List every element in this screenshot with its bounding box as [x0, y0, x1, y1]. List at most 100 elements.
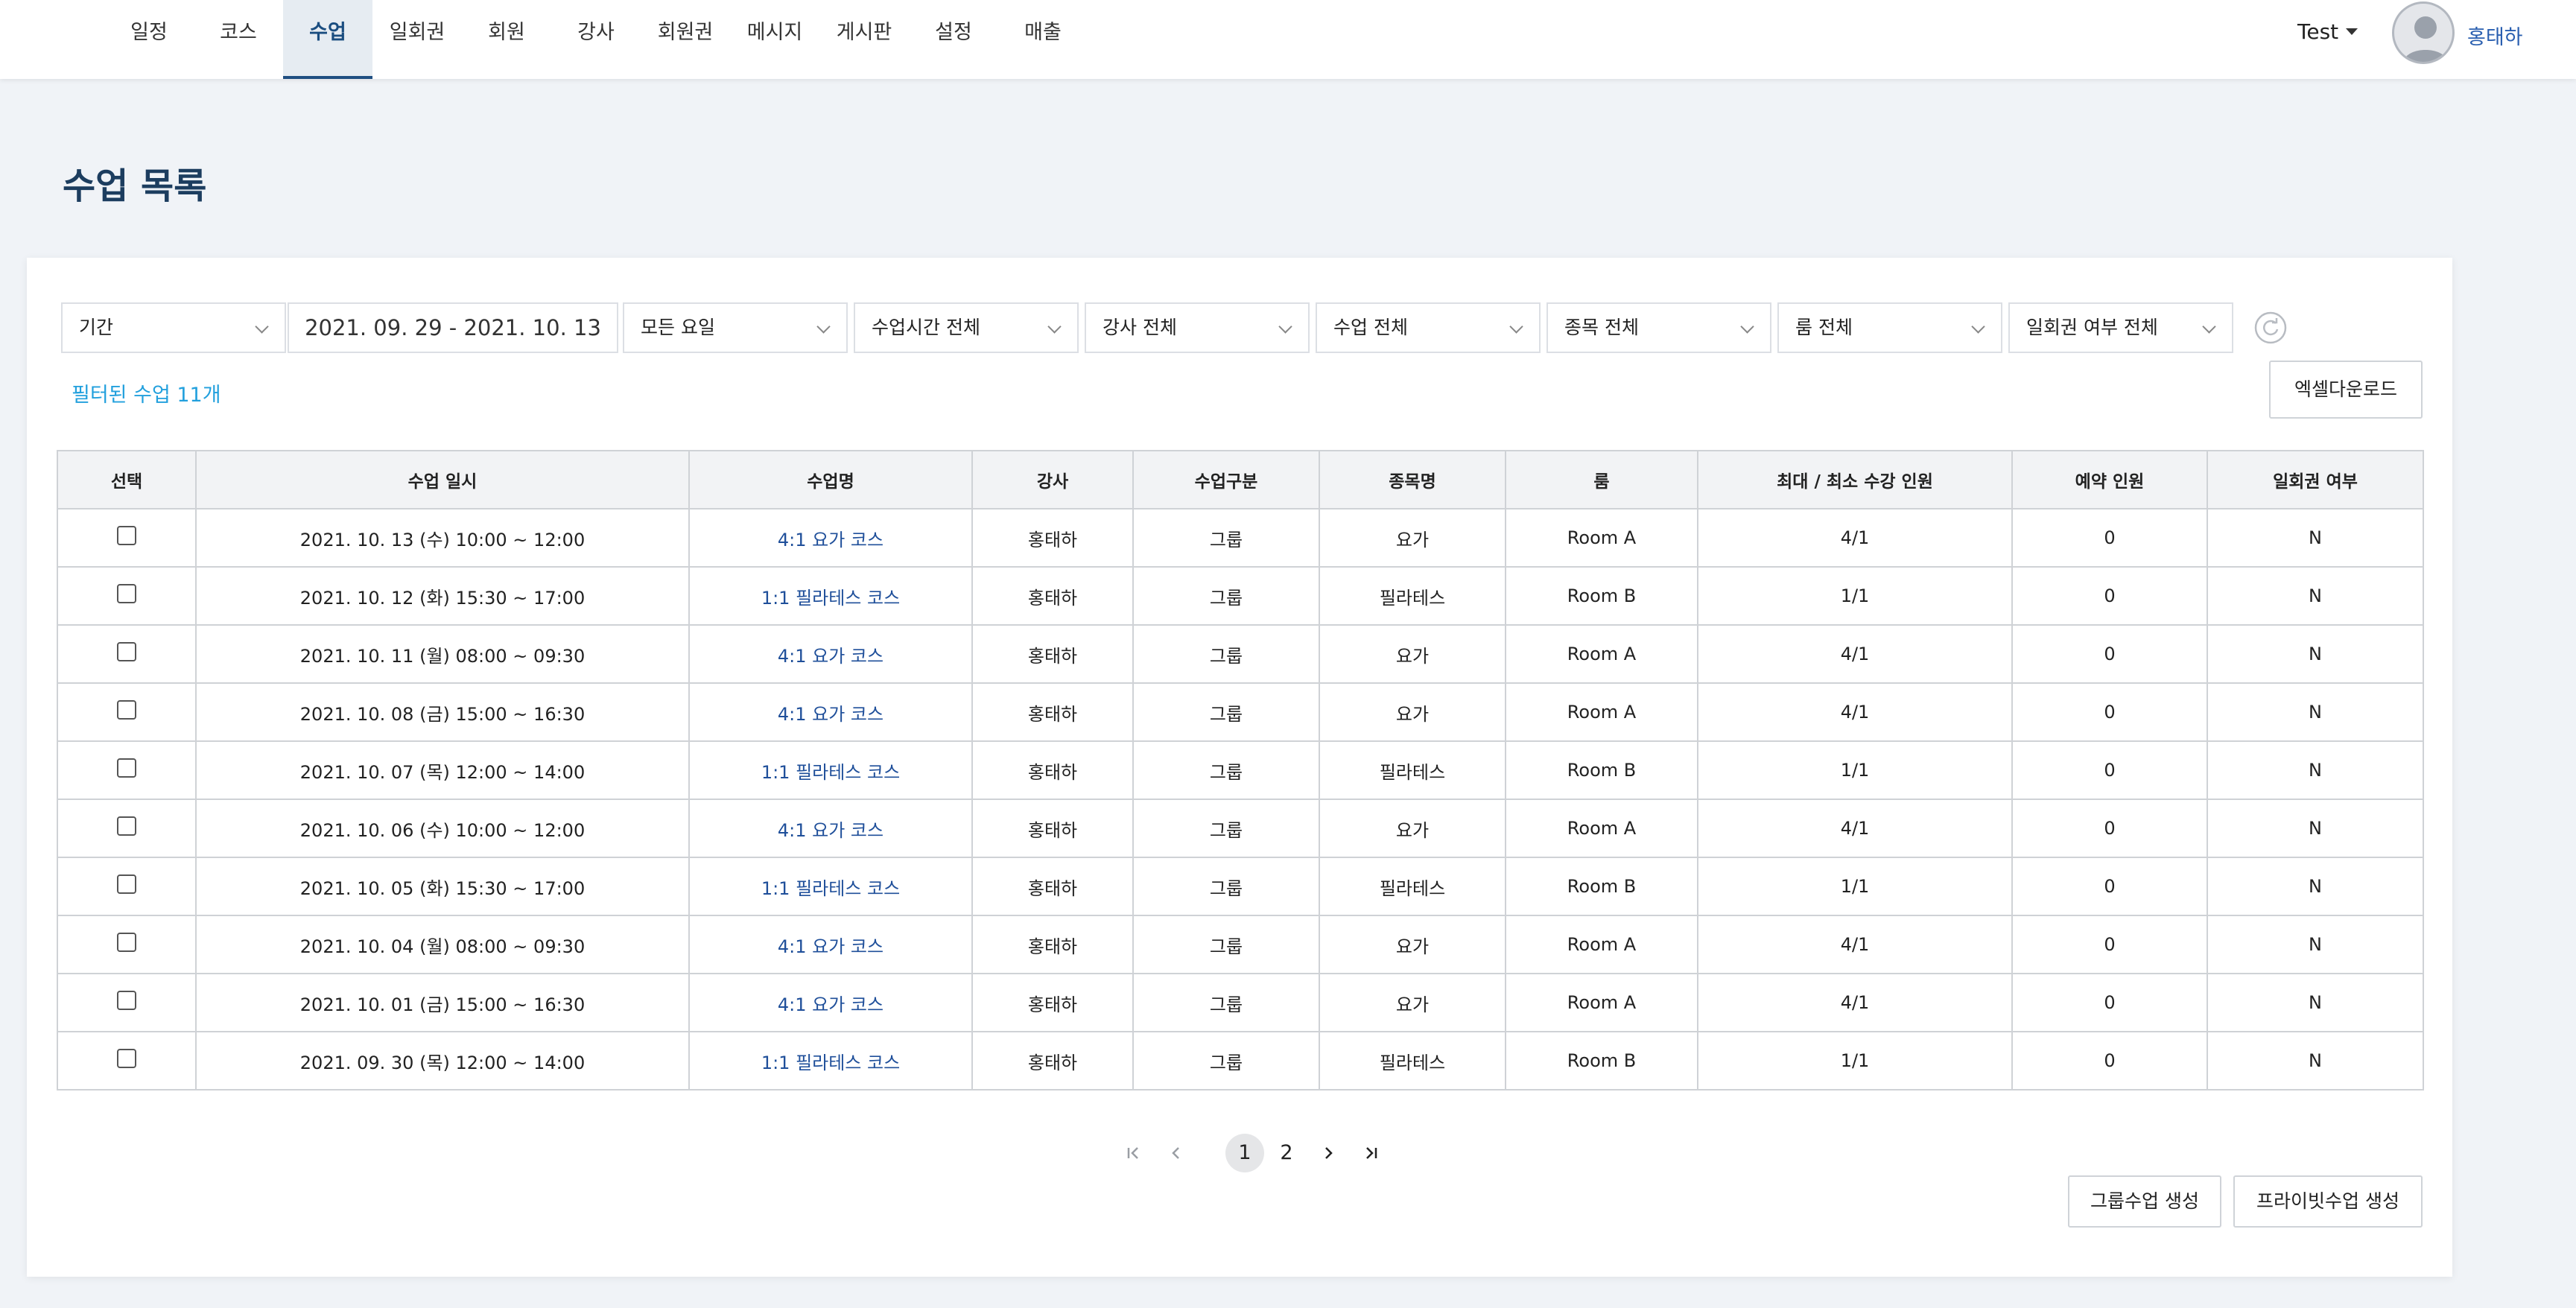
- table-row: 2021. 10. 05 (화) 15:30 ~ 17:00 1:1 필라테스 …: [57, 857, 2424, 916]
- category-select[interactable]: 종목 전체: [1546, 302, 1771, 353]
- avatar[interactable]: [2392, 1, 2455, 64]
- weekday-select[interactable]: 모든 요일: [623, 302, 848, 353]
- room-select-value: 룸 전체: [1795, 317, 1853, 338]
- column-header-capacity: 최대 / 최소 수강 인원: [1697, 450, 2013, 509]
- class-name-link[interactable]: 4:1 요가 코스: [688, 682, 973, 742]
- row-select-cell: [57, 740, 197, 800]
- row-checkbox[interactable]: [117, 1049, 136, 1068]
- room-cell: Room B: [1505, 1031, 1698, 1090]
- caret-down-icon: [2346, 28, 2358, 35]
- table-row: 2021. 10. 06 (수) 10:00 ~ 12:00 4:1 요가 코스…: [57, 799, 2424, 858]
- row-checkbox[interactable]: [117, 642, 136, 661]
- prev-page-button[interactable]: [1156, 1134, 1195, 1172]
- class-datetime: 2021. 10. 01 (금) 15:00 ~ 16:30: [195, 973, 690, 1032]
- row-checkbox[interactable]: [117, 991, 136, 1010]
- column-header-category: 종목명: [1319, 450, 1506, 509]
- table-row: 2021. 10. 08 (금) 15:00 ~ 16:30 4:1 요가 코스…: [57, 682, 2424, 742]
- reserved-cell: 0: [2011, 566, 2208, 626]
- nav-item-membership[interactable]: 회원권: [641, 0, 730, 79]
- class-name-link[interactable]: 1:1 필라테스 코스: [688, 566, 973, 626]
- weekday-select-value: 모든 요일: [641, 317, 715, 338]
- studio-selector[interactable]: Test: [2297, 19, 2358, 44]
- single-pass-cell: N: [2207, 857, 2424, 916]
- last-page-icon: [1366, 1147, 1377, 1159]
- nav-item-board[interactable]: 게시판: [819, 0, 909, 79]
- category-cell: 요가: [1319, 799, 1506, 858]
- room-cell: Room B: [1505, 740, 1698, 800]
- class-type-cell: 그룹: [1132, 624, 1320, 684]
- row-checkbox[interactable]: [117, 758, 136, 778]
- capacity-cell: 1/1: [1697, 566, 2013, 626]
- row-checkbox[interactable]: [117, 874, 136, 894]
- class-name-link[interactable]: 4:1 요가 코스: [688, 624, 973, 684]
- single-pass-cell: N: [2207, 973, 2424, 1032]
- category-cell: 요가: [1319, 624, 1506, 684]
- capacity-cell: 4/1: [1697, 915, 2013, 974]
- capacity-cell: 4/1: [1697, 508, 2013, 568]
- page-2-button[interactable]: 2: [1267, 1134, 1306, 1172]
- refresh-button[interactable]: [2254, 311, 2287, 344]
- class-name-link[interactable]: 4:1 요가 코스: [688, 915, 973, 974]
- class-datetime: 2021. 10. 07 (목) 12:00 ~ 14:00: [195, 740, 690, 800]
- class-name-link[interactable]: 1:1 필라테스 코스: [688, 1031, 973, 1090]
- create-private-class-button[interactable]: 프라이빗수업 생성: [2233, 1175, 2423, 1228]
- nav-item-course[interactable]: 코스: [194, 0, 283, 79]
- class-type-cell: 그룹: [1132, 682, 1320, 742]
- single-pass-cell: N: [2207, 1031, 2424, 1090]
- class-name-link[interactable]: 4:1 요가 코스: [688, 799, 973, 858]
- class-name-link[interactable]: 1:1 필라테스 코스: [688, 857, 973, 916]
- class-time-select[interactable]: 수업시간 전체: [854, 302, 1079, 353]
- instructor-cell: 홍태하: [971, 973, 1134, 1032]
- capacity-cell: 4/1: [1697, 973, 2013, 1032]
- class-type-cell: 그룹: [1132, 740, 1320, 800]
- row-checkbox[interactable]: [117, 584, 136, 603]
- last-page-button[interactable]: [1351, 1134, 1390, 1172]
- reserved-cell: 0: [2011, 508, 2208, 568]
- period-select[interactable]: 기간: [61, 302, 286, 353]
- nav-item-instructor[interactable]: 강사: [551, 0, 641, 79]
- nav-item-single-pass[interactable]: 일회권: [372, 0, 462, 79]
- row-select-cell: [57, 973, 197, 1032]
- row-checkbox[interactable]: [117, 933, 136, 952]
- nav-item-class[interactable]: 수업: [283, 0, 372, 79]
- class-name-link[interactable]: 4:1 요가 코스: [688, 508, 973, 568]
- category-cell: 필라테스: [1319, 1031, 1506, 1090]
- single-pass-cell: N: [2207, 799, 2424, 858]
- excel-download-button[interactable]: 엑셀다운로드: [2269, 361, 2423, 419]
- nav-item-settings[interactable]: 설정: [909, 0, 998, 79]
- table-header-row: 선택 수업 일시 수업명 강사 수업구분 종목명 룸 최대 / 최소 수강 인원…: [57, 450, 2424, 509]
- room-cell: Room B: [1505, 566, 1698, 626]
- room-cell: Room A: [1505, 682, 1698, 742]
- first-page-button[interactable]: [1114, 1134, 1153, 1172]
- next-page-button[interactable]: [1310, 1134, 1348, 1172]
- column-header-select: 선택: [57, 450, 197, 509]
- capacity-cell: 1/1: [1697, 857, 2013, 916]
- nav-item-schedule[interactable]: 일정: [104, 0, 194, 79]
- studio-name: Test: [2297, 19, 2339, 44]
- class-type-cell: 그룹: [1132, 857, 1320, 916]
- create-group-class-button[interactable]: 그룹수업 생성: [2068, 1175, 2221, 1228]
- class-name-link[interactable]: 1:1 필라테스 코스: [688, 740, 973, 800]
- row-checkbox[interactable]: [117, 816, 136, 836]
- chevron-left-icon: [1172, 1147, 1179, 1159]
- instructor-cell: 홍태하: [971, 508, 1134, 568]
- row-checkbox[interactable]: [117, 526, 136, 545]
- user-name[interactable]: 홍태하: [2467, 21, 2523, 50]
- room-select[interactable]: 룸 전체: [1777, 302, 2002, 353]
- column-header-instructor: 강사: [971, 450, 1134, 509]
- nav-item-sales[interactable]: 매출: [998, 0, 1088, 79]
- reserved-cell: 0: [2011, 973, 2208, 1032]
- nav-item-member[interactable]: 회원: [462, 0, 551, 79]
- category-cell: 요가: [1319, 915, 1506, 974]
- nav-item-message[interactable]: 메시지: [730, 0, 819, 79]
- single-pass-select[interactable]: 일회권 여부 전체: [2008, 302, 2233, 353]
- date-range-input[interactable]: 2021. 09. 29 - 2021. 10. 13: [288, 302, 618, 353]
- class-select[interactable]: 수업 전체: [1316, 302, 1541, 353]
- page-1-button[interactable]: 1: [1225, 1134, 1264, 1172]
- column-header-class-name: 수업명: [688, 450, 973, 509]
- class-name-link[interactable]: 4:1 요가 코스: [688, 973, 973, 1032]
- row-checkbox[interactable]: [117, 700, 136, 720]
- instructor-select[interactable]: 강사 전체: [1085, 302, 1310, 353]
- table-row: 2021. 10. 04 (월) 08:00 ~ 09:30 4:1 요가 코스…: [57, 915, 2424, 974]
- column-header-room: 룸: [1505, 450, 1698, 509]
